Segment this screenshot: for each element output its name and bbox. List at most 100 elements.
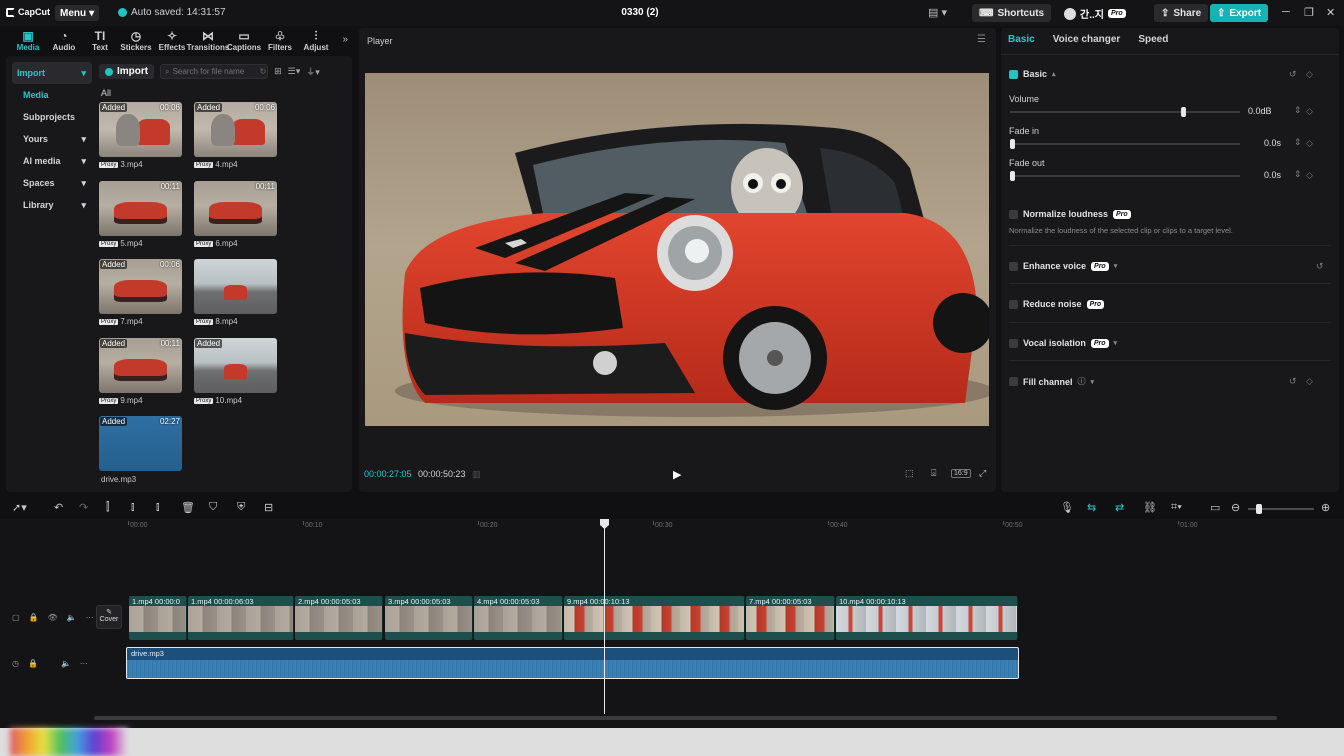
zoom-out-icon[interactable]: ⊖ bbox=[1231, 501, 1240, 514]
speaker-icon[interactable]: 🔈 bbox=[67, 613, 77, 622]
fullscreen-quality-icon[interactable]: ⬚ bbox=[905, 468, 914, 479]
media-thumbnail[interactable]: 00:11 bbox=[194, 181, 277, 236]
keyframe-icon[interactable]: ◇ bbox=[1306, 376, 1313, 387]
audio-thumbnail[interactable]: Added 02:27 bbox=[99, 416, 182, 471]
media-thumbnail[interactable] bbox=[194, 259, 277, 314]
enhance-voice-option[interactable]: Enhance voice Pro ▾ bbox=[1009, 261, 1117, 271]
keyframe-icon[interactable]: ◇ bbox=[1306, 106, 1313, 117]
delete-icon[interactable]: 🗑 bbox=[181, 501, 195, 514]
reduce-noise-option[interactable]: Reduce noise Pro bbox=[1009, 299, 1105, 309]
sidebar-item-library[interactable]: Library ▾ bbox=[12, 194, 92, 216]
shield-icon[interactable]: ⛨ bbox=[237, 501, 245, 514]
fade-in-slider[interactable] bbox=[1010, 139, 1240, 149]
fade-in-value[interactable]: 0.0s bbox=[1264, 138, 1281, 148]
sort-icon[interactable]: ☰▾ bbox=[288, 66, 301, 77]
fade-in-slider-knob[interactable] bbox=[1010, 139, 1015, 149]
video-clip[interactable]: 4.mp4 00:00:05:03 bbox=[474, 596, 563, 640]
fade-out-value[interactable]: 0.0s bbox=[1264, 170, 1281, 180]
zoom-in-icon[interactable]: ⊕ bbox=[1321, 501, 1330, 514]
media-thumbnail[interactable]: Added 00:06 bbox=[99, 102, 182, 157]
tab-audio[interactable]: ◔ Audio bbox=[46, 26, 82, 52]
layout-icon[interactable]: ▤ ▾ bbox=[928, 6, 947, 19]
mark-icon[interactable]: ⛉ bbox=[209, 501, 217, 514]
tab-speed[interactable]: Speed bbox=[1138, 34, 1168, 45]
media-thumbnail[interactable]: Added 00:11 bbox=[99, 338, 182, 393]
account-menu[interactable]: 간..지 Pro bbox=[1064, 6, 1126, 21]
enhance-checkbox[interactable] bbox=[1009, 261, 1018, 271]
tab-media[interactable]: ▣ Media bbox=[10, 26, 46, 52]
zoom-slider-knob[interactable] bbox=[1256, 504, 1262, 514]
shortcuts-button[interactable]: ⌨ Shortcuts bbox=[972, 4, 1052, 22]
reset-icon[interactable]: ↺ bbox=[1316, 261, 1324, 272]
timecode-format-icon[interactable]: ▥ bbox=[472, 469, 481, 480]
video-clip[interactable]: 2.mp4 00:00:05:03 bbox=[295, 596, 383, 640]
lock-icon[interactable]: 🔒 bbox=[29, 613, 39, 622]
normalize-checkbox[interactable] bbox=[1009, 209, 1018, 219]
reset-icon[interactable]: ↺ bbox=[1289, 69, 1297, 80]
aspect-ratio-button[interactable]: 16:9 bbox=[951, 469, 971, 478]
tab-text[interactable]: TI Text bbox=[82, 26, 118, 52]
more-icon[interactable]: ⋯ bbox=[86, 613, 94, 622]
basic-checkbox[interactable] bbox=[1009, 69, 1018, 79]
close-icon[interactable]: ✕ bbox=[1326, 6, 1335, 19]
normalize-loudness-option[interactable]: Normalize loudness Pro bbox=[1009, 209, 1131, 219]
sidebar-item-import[interactable]: Import ▾ bbox=[12, 62, 92, 84]
media-thumbnail[interactable]: Added 00:06 bbox=[99, 259, 182, 314]
split-right-icon[interactable]: ⫾ bbox=[156, 501, 160, 514]
track-toggle-icon[interactable]: ◷ bbox=[12, 659, 19, 668]
search-input[interactable] bbox=[172, 67, 257, 76]
volume-slider[interactable] bbox=[1010, 107, 1240, 117]
filter-icon[interactable]: ⏚▾ bbox=[306, 65, 320, 78]
video-clip[interactable]: 3.mp4 00:00:05:03 bbox=[385, 596, 473, 640]
vocal-isolation-option[interactable]: Vocal isolation Pro ▾ bbox=[1009, 338, 1117, 348]
tab-voice-changer[interactable]: Voice changer bbox=[1053, 34, 1121, 45]
tab-adjust[interactable]: ⫶ Adjust bbox=[298, 26, 334, 52]
keyframe-icon[interactable]: ◇ bbox=[1306, 138, 1313, 149]
sidebar-item-subprojects[interactable]: Subprojects bbox=[12, 106, 92, 128]
keyframe-icon[interactable]: ◇ bbox=[1306, 170, 1313, 181]
stepper-icon[interactable]: ⇕ bbox=[1294, 105, 1302, 116]
menu-icon[interactable]: ☰ bbox=[977, 34, 986, 45]
crop-icon[interactable]: ⊟ bbox=[264, 501, 273, 514]
cover-button[interactable]: ✎ Cover bbox=[96, 605, 122, 629]
fade-out-slider-knob[interactable] bbox=[1010, 171, 1015, 181]
import-button[interactable]: Import bbox=[99, 64, 155, 79]
sidebar-item-media[interactable]: Media bbox=[12, 84, 92, 106]
playhead[interactable] bbox=[604, 519, 605, 714]
vocal-isolation-checkbox[interactable] bbox=[1009, 338, 1018, 348]
video-clip[interactable]: 10.mp4 00:00:10:13 bbox=[836, 596, 1018, 640]
play-icon[interactable]: ▶ bbox=[673, 468, 681, 481]
fill-channel-option[interactable]: Fill channel ⓘ ▾ bbox=[1009, 376, 1094, 387]
fade-out-slider[interactable] bbox=[1010, 171, 1240, 181]
audio-clip[interactable]: drive.mp3 bbox=[126, 647, 1019, 679]
microphone-icon[interactable]: 🎙 bbox=[1060, 501, 1074, 514]
more-tools-icon[interactable]: » bbox=[342, 34, 348, 45]
track-toggle-icon[interactable]: ▢ bbox=[12, 613, 20, 622]
media-thumbnail[interactable]: 00:11 bbox=[99, 181, 182, 236]
stepper-icon[interactable]: ⇕ bbox=[1294, 169, 1302, 180]
export-button[interactable]: ⇧ Export bbox=[1210, 4, 1269, 22]
stepper-icon[interactable]: ⇕ bbox=[1294, 137, 1302, 148]
refresh-icon[interactable]: ↻ bbox=[260, 67, 267, 76]
split-icon[interactable]: ⫿ bbox=[106, 501, 110, 514]
preview-axis-icon[interactable]: ⌗▾ bbox=[1171, 501, 1182, 514]
volume-slider-knob[interactable] bbox=[1181, 107, 1186, 117]
volume-value[interactable]: 0.0dB bbox=[1248, 106, 1272, 116]
select-tool-icon[interactable]: ➚▾ bbox=[12, 501, 27, 514]
reset-icon[interactable]: ↺ bbox=[1289, 376, 1297, 387]
timeline-scrollbar[interactable] bbox=[94, 716, 1277, 720]
tab-stickers[interactable]: ◷ Stickers bbox=[118, 26, 154, 52]
subtitle-icon[interactable]: ▭ bbox=[1210, 501, 1220, 514]
media-thumbnail[interactable]: Added 00:06 bbox=[194, 102, 277, 157]
link-icon[interactable]: ⛓ bbox=[1143, 501, 1157, 514]
grid-view-icon[interactable]: ⊞ bbox=[274, 66, 282, 77]
video-clip[interactable]: 9.mp4 00:00:10:13 bbox=[564, 596, 745, 640]
keyframe-icon[interactable]: ◇ bbox=[1306, 69, 1313, 80]
more-icon[interactable]: ⋯ bbox=[80, 659, 88, 668]
fill-channel-checkbox[interactable] bbox=[1009, 377, 1018, 386]
media-thumbnail[interactable]: Added bbox=[194, 338, 277, 393]
undo-icon[interactable]: ↶ bbox=[54, 501, 63, 514]
basic-section-header[interactable]: Basic ▴ bbox=[1009, 69, 1056, 79]
main-track-magnet-icon[interactable]: ⇆ bbox=[1087, 501, 1096, 514]
tab-filters[interactable]: ♧ Filters bbox=[262, 26, 298, 52]
